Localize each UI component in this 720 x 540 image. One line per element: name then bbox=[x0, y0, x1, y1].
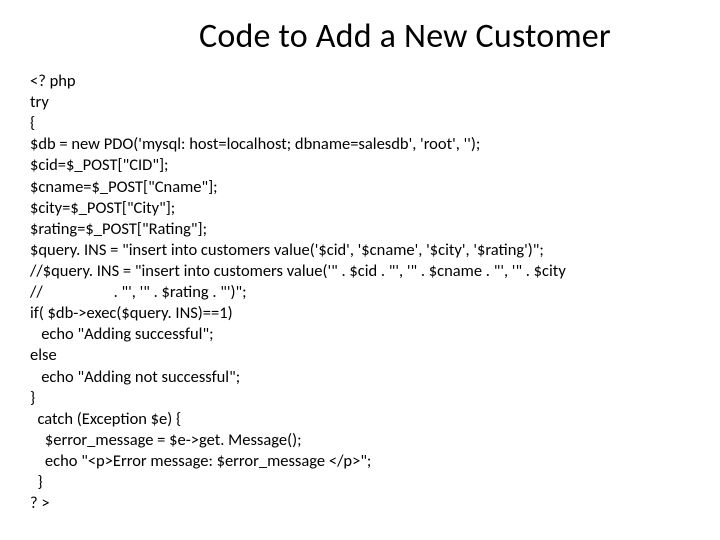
code-block: <? php try { $db = new PDO('mysql: host=… bbox=[30, 71, 690, 514]
slide: Code to Add a New Customer <? php try { … bbox=[0, 0, 720, 540]
slide-title: Code to Add a New Customer bbox=[120, 16, 690, 57]
